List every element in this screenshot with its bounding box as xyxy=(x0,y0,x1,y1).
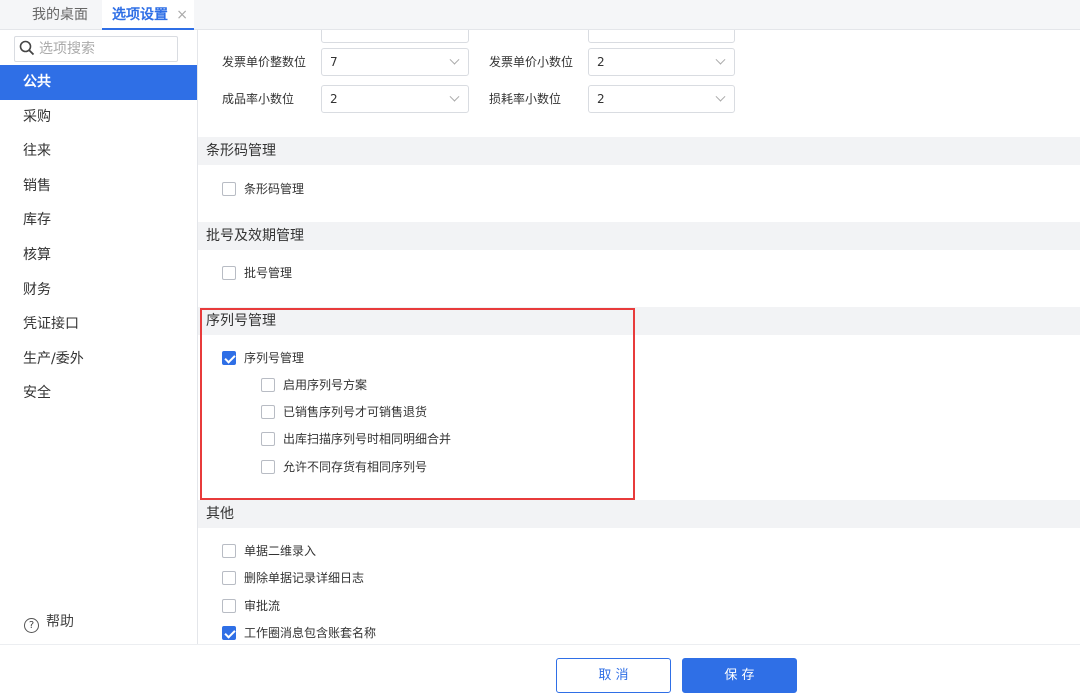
option-serial-duplicate-allowed[interactable]: 允许不同存货有相同序列号 xyxy=(261,457,427,477)
yield-rate-decimal-select[interactable]: 2 xyxy=(321,85,469,113)
footer: 取 消 保 存 xyxy=(0,644,1080,697)
yield-rate-decimal-label: 成品率小数位 xyxy=(222,92,295,106)
section-header-barcode: 条形码管理 xyxy=(198,137,1080,165)
option-serial-sold-return[interactable]: 已销售序列号才可销售退货 xyxy=(261,402,427,422)
checkbox[interactable] xyxy=(261,432,275,446)
section-header-batch: 批号及效期管理 xyxy=(198,222,1080,250)
option-label: 序列号管理 xyxy=(244,351,305,365)
checkbox[interactable] xyxy=(261,405,275,419)
chevron-down-icon xyxy=(715,91,726,102)
sidebar-item-security[interactable]: 安全 xyxy=(0,376,197,411)
select-value: 2 xyxy=(330,92,338,106)
save-button[interactable]: 保 存 xyxy=(682,658,797,693)
sidebar-item-production[interactable]: 生产/委外 xyxy=(0,342,197,377)
sidebar-item-voucher-interface[interactable]: 凭证接口 xyxy=(0,307,197,342)
loss-rate-decimal-select[interactable]: 2 xyxy=(588,85,735,113)
sidebar-item-common[interactable]: 公共 xyxy=(0,65,197,100)
question-circle-icon: ? xyxy=(24,618,39,633)
sidebar-menu: 公共 采购 往来 销售 库存 核算 财务 凭证接口 生产/委外 安全 xyxy=(0,65,197,411)
chevron-down-icon xyxy=(449,54,460,65)
select-value: 2 xyxy=(597,92,605,106)
option-batch[interactable]: 批号管理 xyxy=(222,263,292,283)
option-label: 工作圈消息包含账套名称 xyxy=(244,626,377,640)
invoice-price-integer-label: 发票单价整数位 xyxy=(222,55,307,69)
invoice-price-decimal-select[interactable]: 2 xyxy=(588,48,735,76)
settings-content: 发票单价整数位 7 发票单价小数位 2 成品率小数位 2 损耗率小数位 2 条形… xyxy=(198,30,1080,644)
help-label: 帮助 xyxy=(46,614,74,630)
sidebar: 公共 采购 往来 销售 库存 核算 财务 凭证接口 生产/委外 安全 ? 帮助 xyxy=(0,30,198,644)
tab-option-settings-label: 选项设置 xyxy=(112,7,168,23)
section-header-serial: 序列号管理 xyxy=(198,307,1080,335)
search-icon xyxy=(19,40,35,56)
checkbox[interactable] xyxy=(222,266,236,280)
option-label: 条形码管理 xyxy=(244,182,305,196)
option-label: 出库扫描序列号时相同明细合并 xyxy=(283,432,452,446)
invoice-price-decimal-label: 发票单价小数位 xyxy=(489,55,574,69)
option-serial-merge-details[interactable]: 出库扫描序列号时相同明细合并 xyxy=(261,429,451,449)
loss-rate-decimal-label: 损耗率小数位 xyxy=(489,92,562,106)
sidebar-item-contacts[interactable]: 往来 xyxy=(0,134,197,169)
checkbox[interactable] xyxy=(222,571,236,585)
checkbox[interactable] xyxy=(261,378,275,392)
sidebar-item-inventory[interactable]: 库存 xyxy=(0,203,197,238)
option-barcode[interactable]: 条形码管理 xyxy=(222,179,304,199)
checkbox[interactable] xyxy=(222,182,236,196)
sidebar-item-finance[interactable]: 财务 xyxy=(0,273,197,308)
option-label: 已销售序列号才可销售退货 xyxy=(283,405,428,419)
option-label: 批号管理 xyxy=(244,266,293,280)
close-icon[interactable]: × xyxy=(176,0,188,30)
option-serial-scheme[interactable]: 启用序列号方案 xyxy=(261,375,367,395)
tab-my-desktop[interactable]: 我的桌面 xyxy=(32,0,88,30)
option-label: 删除单据记录详细日志 xyxy=(244,571,365,585)
option-delete-log[interactable]: 删除单据记录详细日志 xyxy=(222,568,364,588)
checkbox[interactable] xyxy=(222,599,236,613)
search-input[interactable] xyxy=(39,39,173,59)
chevron-down-icon xyxy=(449,91,460,102)
option-2d-entry[interactable]: 单据二维录入 xyxy=(222,541,316,561)
partial-select[interactable] xyxy=(588,30,735,43)
option-workcircle-account-name[interactable]: 工作圈消息包含账套名称 xyxy=(222,623,376,643)
option-label: 允许不同存货有相同序列号 xyxy=(283,460,428,474)
cancel-button[interactable]: 取 消 xyxy=(556,658,671,693)
help-link[interactable]: ? 帮助 xyxy=(24,612,74,633)
option-label: 单据二维录入 xyxy=(244,544,317,558)
tab-bar: 我的桌面 选项设置 × xyxy=(0,0,1080,30)
checkbox-checked[interactable] xyxy=(222,626,236,640)
option-label: 启用序列号方案 xyxy=(283,378,368,392)
sidebar-item-accounting[interactable]: 核算 xyxy=(0,238,197,273)
option-label: 审批流 xyxy=(244,599,281,613)
option-serial-management[interactable]: 序列号管理 xyxy=(222,348,304,368)
checkbox[interactable] xyxy=(222,544,236,558)
section-header-other: 其他 xyxy=(198,500,1080,528)
invoice-price-integer-select[interactable]: 7 xyxy=(321,48,469,76)
search-box xyxy=(14,36,178,62)
checkbox-checked[interactable] xyxy=(222,351,236,365)
partial-select[interactable] xyxy=(321,30,469,43)
select-value: 7 xyxy=(330,55,338,69)
tab-option-settings[interactable]: 选项设置 × xyxy=(102,0,194,30)
checkbox[interactable] xyxy=(261,460,275,474)
sidebar-item-purchase[interactable]: 采购 xyxy=(0,100,197,135)
select-value: 2 xyxy=(597,55,605,69)
chevron-down-icon xyxy=(715,54,726,65)
sidebar-item-sales[interactable]: 销售 xyxy=(0,169,197,204)
option-approval-flow[interactable]: 审批流 xyxy=(222,596,280,616)
